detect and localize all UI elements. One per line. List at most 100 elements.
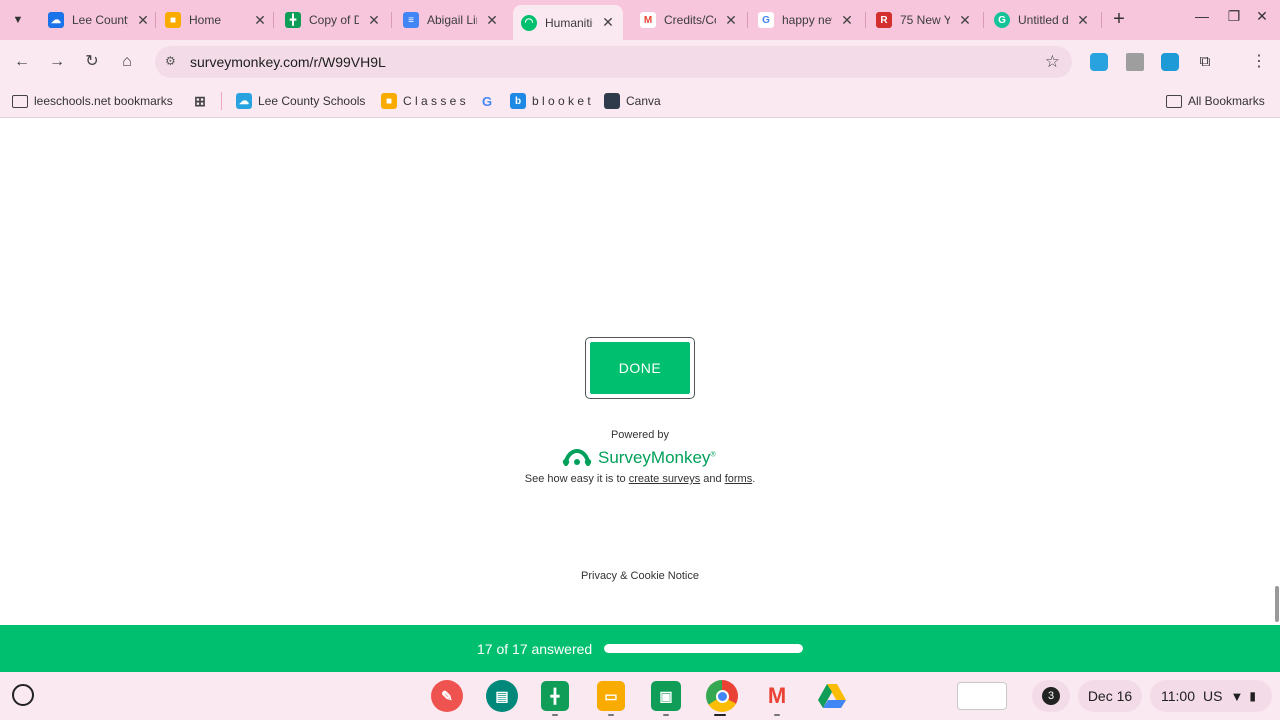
classroom-icon[interactable]: ▣ (651, 681, 681, 711)
bookmark-lee-county-schools[interactable]: ☁ Lee County Schools (236, 91, 365, 111)
sheets-icon: ╋ (285, 12, 301, 28)
blooket-icon: b (510, 93, 526, 109)
close-icon[interactable]: ✕ (485, 12, 499, 29)
tab-search-button[interactable]: ▼ (6, 8, 30, 32)
download-extension-icon[interactable] (1161, 53, 1179, 71)
powered-by-label: Powered by (610, 429, 670, 441)
url-text[interactable]: surveymonkey.com/r/W99VH9L (190, 54, 386, 70)
keyboard-locale: US (1203, 688, 1223, 704)
tab-happy-new-year[interactable]: G happy new year ✕ (750, 5, 862, 35)
extensions-puzzle-icon[interactable]: ⧉ (1196, 53, 1214, 71)
back-arrow-icon[interactable]: ← (10, 50, 34, 74)
bookmark-apps[interactable]: ⊞ (192, 91, 214, 111)
copy-extension-icon[interactable] (1126, 53, 1144, 71)
surveymonkey-logo-icon (562, 448, 592, 466)
forward-arrow-icon[interactable]: → (45, 50, 69, 74)
tab-home[interactable]: ■ Home ✕ (157, 5, 275, 35)
close-icon[interactable]: ✕ (601, 14, 615, 31)
progress-bar-fill (604, 644, 803, 653)
menu-kebab-icon[interactable]: ⋮ (1251, 51, 1267, 71)
progress-label: 17 of 17 answered (477, 641, 593, 657)
bookmarks-divider (221, 92, 222, 110)
notification-count-badge: 3 (1042, 687, 1060, 705)
clock-time: 11:00 (1161, 688, 1195, 704)
close-icon[interactable]: ✕ (958, 12, 972, 29)
close-window-icon[interactable]: ✕ (1252, 8, 1272, 25)
tab-untitled[interactable]: G Untitled document ✕ (986, 5, 1098, 35)
new-tab-button[interactable]: + (1109, 8, 1129, 30)
wifi-icon: ▼ (1230, 688, 1244, 704)
progress-footer: 17 of 17 answered (0, 625, 1280, 672)
tagline: See how easy it is to create surveys and… (524, 473, 756, 485)
close-icon[interactable]: ✕ (136, 12, 150, 29)
drive-icon[interactable] (816, 680, 848, 712)
done-button[interactable]: DONE (590, 342, 690, 394)
privacy-cookie-notice-link[interactable]: Privacy & Cookie Notice (0, 570, 1280, 582)
folder-settings-icon (12, 94, 28, 108)
classroom-icon: ■ (381, 93, 397, 109)
classroom-icon: ■ (165, 12, 181, 28)
grammarly-icon: G (994, 12, 1010, 28)
date-tray[interactable]: Dec 16 (1078, 680, 1142, 712)
tab-credits[interactable]: M Credits/Contributions ✕ (632, 5, 746, 35)
bookmark-canva[interactable]: Canva (604, 91, 661, 111)
classroom-reader-icon[interactable]: ▤ (486, 680, 518, 712)
survey-page: DONE Powered by SurveyMonkey® See how ea… (0, 118, 1280, 625)
notification-tray[interactable]: 3 (1032, 680, 1070, 712)
restore-icon[interactable]: ❐ (1224, 8, 1244, 25)
cloud-extension-icon[interactable] (1090, 53, 1108, 71)
close-icon[interactable]: ✕ (367, 12, 381, 29)
bookmark-google[interactable]: G (479, 91, 501, 111)
cloud-icon: ☁ (236, 93, 252, 109)
holding-space-thumbnail[interactable] (957, 682, 1007, 710)
slides-icon[interactable]: ▭ (597, 681, 625, 711)
bookmark-leeschools[interactable]: leeschools.net bookmarks (12, 91, 173, 111)
google-icon: G (481, 93, 493, 109)
canvas-paint-icon[interactable]: ✎ (431, 680, 463, 712)
close-icon[interactable]: ✕ (724, 12, 738, 29)
address-bar[interactable]: ⚙ surveymonkey.com/r/W99VH9L ☆ (155, 46, 1072, 78)
progress-bar (604, 644, 803, 653)
canva-icon (604, 93, 620, 109)
status-tray[interactable]: 11:00 US ▼ ▮ (1150, 680, 1272, 712)
battery-icon: ▮ (1249, 689, 1256, 703)
home-icon[interactable]: ⌂ (115, 50, 139, 74)
reload-icon[interactable]: ↻ (80, 50, 104, 74)
tab-strip: ▼ ☁ Lee County ✕ ■ Home ✕ ╋ Copy of Danc… (0, 0, 1280, 40)
tab-75-new-year[interactable]: R 75 New Year ✕ (868, 5, 980, 35)
forms-link[interactable]: forms (725, 473, 753, 485)
site-settings-icon[interactable]: ⚙ (165, 54, 176, 68)
close-icon[interactable]: ✕ (253, 12, 267, 29)
surveymonkey-logo[interactable]: SurveyMonkey® (562, 445, 716, 471)
create-surveys-link[interactable]: create surveys (629, 473, 701, 485)
minimize-icon[interactable]: — (1192, 8, 1212, 24)
browser-toolbar: ← → ↻ ⌂ ⚙ surveymonkey.com/r/W99VH9L ☆ ⧉… (0, 40, 1280, 84)
chevron-down-icon: ▼ (12, 14, 24, 26)
tab-abigail[interactable]: ≡ Abigail Lin ✕ (395, 5, 507, 35)
gmail-icon[interactable]: M (761, 680, 793, 712)
tab-lee-county[interactable]: ☁ Lee County ✕ (40, 5, 158, 35)
bookmarks-bar: leeschools.net bookmarks ⊞ ☁ Lee County … (0, 84, 1280, 118)
page-scrollbar[interactable] (1275, 586, 1279, 622)
bookmark-all-bookmarks[interactable]: All Bookmarks (1166, 91, 1265, 111)
apps-grid-icon: ⊞ (194, 92, 206, 109)
bookmark-blooket[interactable]: b b l o o k e t (510, 91, 591, 111)
bookmark-star-icon[interactable]: ☆ (1045, 52, 1060, 72)
close-icon[interactable]: ✕ (840, 12, 854, 29)
close-icon[interactable]: ✕ (1076, 12, 1090, 29)
folder-icon (1166, 94, 1182, 108)
docs-icon: ≡ (403, 12, 419, 28)
tab-copy-of[interactable]: ╋ Copy of Dance ✕ (277, 5, 389, 35)
cloud-icon: ☁ (48, 12, 64, 28)
surveymonkey-icon: ◠ (521, 14, 537, 31)
tab-humanities[interactable]: ◠ Humanities ✕ (513, 5, 623, 40)
system-shelf: ✎ ▤ ╋ ▭ ▣ M 3 Dec 16 11:00 US ▼ ▮ (0, 672, 1280, 720)
bookmark-classes[interactable]: ■ C l a s s e s (381, 91, 466, 111)
surveymonkey-wordmark: SurveyMonkey® (598, 448, 716, 467)
done-button-focus-ring: DONE (585, 337, 695, 399)
launcher-icon[interactable] (12, 684, 34, 706)
sheets-icon[interactable]: ╋ (541, 681, 569, 711)
google-icon: G (758, 12, 774, 28)
chrome-icon[interactable] (706, 680, 738, 712)
gmail-icon: M (640, 12, 656, 28)
